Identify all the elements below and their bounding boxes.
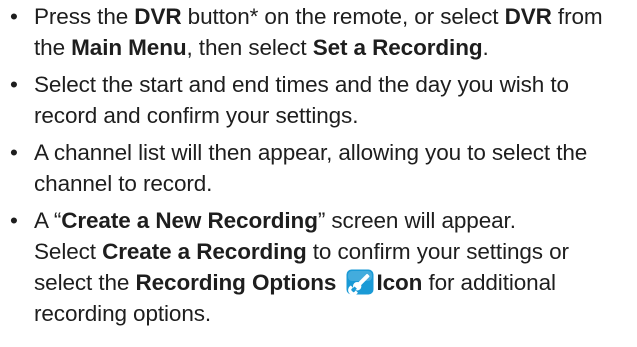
body-text: A channel list will then appear, allowin… — [34, 140, 588, 196]
list-item: • A “Create a New Recording” screen will … — [8, 205, 629, 329]
bullet-marker: • — [10, 4, 18, 29]
body-text: , then select — [186, 35, 313, 60]
bold-term: DVR — [504, 4, 552, 29]
bold-term: Create a Recording — [102, 239, 307, 264]
body-text: button* on the remote, or select — [181, 4, 505, 29]
list-item: • A channel list will then appear, allowi… — [8, 137, 629, 199]
body-text — [336, 270, 342, 295]
bold-term: Create a New Recording — [61, 208, 318, 233]
bold-term: DVR — [134, 4, 182, 29]
bullet-marker: • — [10, 140, 18, 165]
body-text: Select the start and end times and the d… — [34, 72, 569, 128]
body-text: Select — [34, 239, 103, 264]
body-text: A “ — [34, 208, 62, 233]
bold-term: Main Menu — [71, 35, 187, 60]
instruction-page: • Press the DVR button* on the remote, or… — [0, 0, 637, 347]
wrench-icon — [346, 269, 374, 296]
bold-term: Recording Options — [135, 270, 337, 295]
instruction-list: • Press the DVR button* on the remote, or… — [8, 1, 629, 329]
list-item: • Press the DVR button* on the remote, or… — [8, 1, 629, 63]
bullet-marker: • — [10, 72, 18, 97]
bullet-marker: • — [10, 208, 18, 233]
list-item: • Select the start and end times and the … — [8, 69, 629, 131]
bold-term: Set a Recording — [312, 35, 483, 60]
body-text: . — [482, 35, 489, 60]
bold-term: Icon — [376, 270, 423, 295]
body-text: Press the — [34, 4, 135, 29]
body-text: ” screen will appear. — [317, 208, 516, 233]
